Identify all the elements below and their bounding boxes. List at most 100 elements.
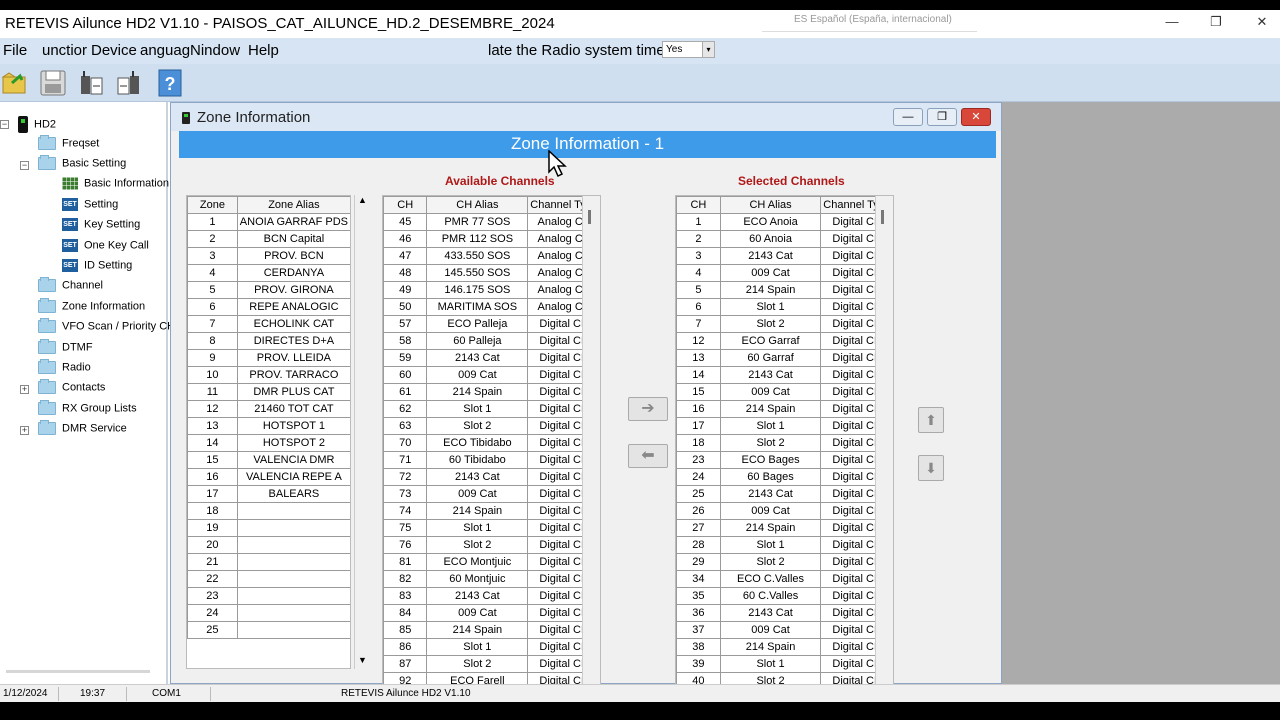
table-cell[interactable]: 15 [676, 383, 721, 401]
table-row[interactable]: 47 433.550 SOS Analog CH [383, 247, 600, 265]
table-cell[interactable]: 35 [676, 587, 721, 605]
table-cell[interactable]: 46 [383, 230, 428, 248]
table-cell[interactable]: 36 [676, 604, 721, 622]
table-cell[interactable]: 5 [676, 281, 721, 299]
table-row[interactable]: 6 REPE ANALOGIC [187, 298, 350, 316]
table-cell[interactable]: PMR 77 SOS [426, 213, 529, 231]
table-cell[interactable]: 20 [187, 536, 238, 554]
table-cell[interactable]: 70 [383, 434, 428, 452]
table-cell[interactable]: 74 [383, 502, 428, 520]
table-cell[interactable]: ECO Bages [719, 451, 822, 469]
table-row[interactable]: 13 HOTSPOT 1 [187, 417, 350, 435]
table-row[interactable]: 11 DMR PLUS CAT [187, 383, 350, 401]
remove-channel-button[interactable]: ⬅ [628, 444, 668, 468]
table-row[interactable]: 21 [187, 553, 350, 571]
table-cell[interactable]: REPE ANALOGIC [236, 298, 350, 316]
table-row[interactable]: 45 PMR 77 SOS Analog CH [383, 213, 600, 231]
table-cell[interactable]: 60 Palleja [426, 332, 529, 350]
table-cell[interactable]: 84 [383, 604, 428, 622]
table-row[interactable]: 60 009 Cat Digital CH [383, 366, 600, 384]
table-cell[interactable]: 23 [676, 451, 721, 469]
tree-item-basic-information[interactable]: Basic Information [62, 177, 169, 195]
tree-item-one-key-call[interactable]: SET One Key Call [62, 239, 149, 257]
table-cell[interactable]: 81 [383, 553, 428, 571]
table-row[interactable]: 7 ECHOLINK CAT [187, 315, 350, 333]
table-cell[interactable]: Slot 2 [719, 315, 822, 333]
table-cell[interactable]: 009 Cat [426, 366, 529, 384]
write-radio-button[interactable] [114, 68, 144, 98]
table-cell[interactable]: 8 [187, 332, 238, 350]
table-cell[interactable]: 72 [383, 468, 428, 486]
table-cell[interactable]: 214 Spain [426, 383, 529, 401]
scroll-thumb[interactable] [881, 210, 884, 224]
table-cell[interactable]: ECO Tibidabo [426, 434, 529, 452]
table-cell[interactable]: 12 [676, 332, 721, 350]
table-cell[interactable]: 37 [676, 621, 721, 639]
table-cell[interactable] [236, 502, 350, 520]
table-cell[interactable]: 7 [187, 315, 238, 333]
table-cell[interactable]: 5 [187, 281, 238, 299]
table-row[interactable]: 17 Slot 1 Digital CH [676, 417, 893, 435]
menu-device[interactable]: Device [91, 42, 137, 59]
table-cell[interactable]: 25 [676, 485, 721, 503]
table-row[interactable]: 9 PROV. LLEIDA [187, 349, 350, 367]
table-row[interactable]: 3 2143 Cat Digital CH [676, 247, 893, 265]
table-cell[interactable]: Slot 1 [719, 298, 822, 316]
table-row[interactable]: 12 21460 TOT CAT [187, 400, 350, 418]
table-row[interactable]: 14 2143 Cat Digital CH [676, 366, 893, 384]
table-row[interactable]: 24 [187, 604, 350, 622]
table-row[interactable]: 46 PMR 112 SOS Analog CH [383, 230, 600, 248]
table-cell[interactable]: 14 [676, 366, 721, 384]
table-cell[interactable]: 60 C.Valles [719, 587, 822, 605]
table-cell[interactable]: 16 [187, 468, 238, 486]
collapse-icon[interactable]: − [0, 120, 9, 129]
table-cell[interactable]: 009 Cat [426, 485, 529, 503]
table-cell[interactable]: 60 Anoia [719, 230, 822, 248]
table-cell[interactable]: 27 [676, 519, 721, 537]
zone-restore-button[interactable]: ❐ [927, 108, 957, 126]
table-cell[interactable]: 23 [187, 587, 238, 605]
table-row[interactable]: 86 Slot 1 Digital CH [383, 638, 600, 656]
table-cell[interactable]: 83 [383, 587, 428, 605]
table-row[interactable]: 35 60 C.Valles Digital CH [676, 587, 893, 605]
table-cell[interactable]: 214 Spain [719, 400, 822, 418]
table-cell[interactable]: 61 [383, 383, 428, 401]
chevron-down-icon[interactable]: ▾ [702, 42, 714, 57]
table-row[interactable]: 2 BCN Capital [187, 230, 350, 248]
table-row[interactable]: 8 DIRECTES D+A [187, 332, 350, 350]
table-row[interactable]: 17 BALEARS [187, 485, 350, 503]
table-cell[interactable]: Slot 2 [719, 434, 822, 452]
table-cell[interactable]: DIRECTES D+A [236, 332, 350, 350]
tree-hscroll[interactable] [6, 670, 150, 673]
table-cell[interactable]: 86 [383, 638, 428, 656]
table-row[interactable]: 16 214 Spain Digital CH [676, 400, 893, 418]
table-cell[interactable]: 39 [676, 655, 721, 673]
table-cell[interactable]: 6 [187, 298, 238, 316]
table-cell[interactable]: 87 [383, 655, 428, 673]
table-cell[interactable]: 15 [187, 451, 238, 469]
table-cell[interactable]: BALEARS [236, 485, 350, 503]
menu-function[interactable]: unctior [42, 42, 87, 59]
table-cell[interactable]: Slot 1 [719, 417, 822, 435]
table-cell[interactable]: 009 Cat [719, 264, 822, 282]
table-cell[interactable]: 2 [676, 230, 721, 248]
table-cell[interactable]: 14 [187, 434, 238, 452]
tree-item-channel[interactable]: Channel [38, 277, 103, 297]
table-cell[interactable]: 50 [383, 298, 428, 316]
table-cell[interactable]: 60 Garraf [719, 349, 822, 367]
table-row[interactable]: 22 [187, 570, 350, 588]
table-cell[interactable]: Slot 1 [426, 519, 529, 537]
tree-item-contacts[interactable]: Contacts [38, 379, 105, 399]
table-cell[interactable]: PROV. BCN [236, 247, 350, 265]
table-row[interactable]: 58 60 Palleja Digital CH [383, 332, 600, 350]
table-row[interactable]: 57 ECO Palleja Digital CH [383, 315, 600, 333]
table-cell[interactable]: Slot 2 [719, 553, 822, 571]
table-cell[interactable]: 25 [187, 621, 238, 639]
collapse-icon[interactable]: − [20, 161, 29, 170]
table-row[interactable]: 25 2143 Cat Digital CH [676, 485, 893, 503]
table-cell[interactable]: VALENCIA DMR [236, 451, 350, 469]
tree-item-vfo-scan[interactable]: VFO Scan / Priority CH [38, 318, 175, 338]
table-cell[interactable]: 48 [383, 264, 428, 282]
menu-file[interactable]: File [3, 42, 27, 59]
table-cell[interactable]: 60 Tibidabo [426, 451, 529, 469]
